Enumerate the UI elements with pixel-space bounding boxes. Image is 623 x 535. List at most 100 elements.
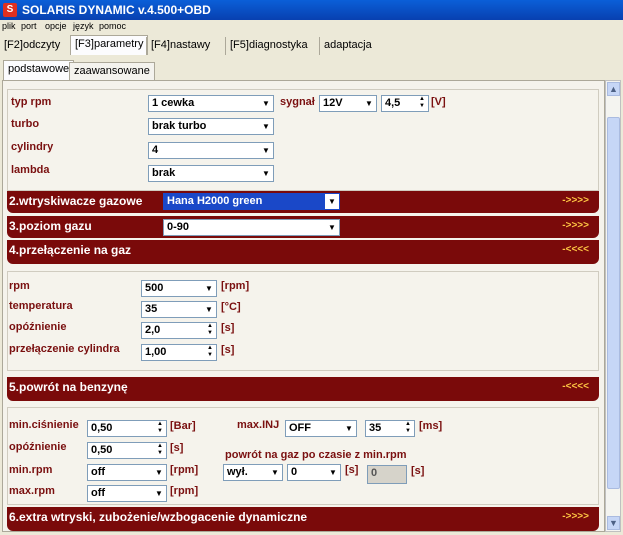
chevron-down-icon: ▼ xyxy=(342,421,356,436)
gas-level-select[interactable]: 0-90 ▼ xyxy=(163,219,340,236)
window-title: SOLARIS DYNAMIC v.4.500+OBD xyxy=(22,3,211,17)
chevron-down-icon: ▼ xyxy=(202,302,216,317)
spin-arrows-icon[interactable]: ▲ ▼ xyxy=(204,345,216,360)
section-bar-switch-to-gas[interactable]: 4.przełączenie na gaz -<<<< xyxy=(7,240,599,264)
min-rpm-value: off xyxy=(91,466,106,478)
chevron-down-icon: ▼ xyxy=(259,119,273,134)
lambda-label: lambda xyxy=(11,164,50,176)
tab-zaawansowane[interactable]: zaawansowane xyxy=(69,62,155,80)
menu-pomoc[interactable]: pomoc xyxy=(99,21,126,31)
tab-adaptacja[interactable]: adaptacja xyxy=(319,37,376,55)
max-inj-value: OFF xyxy=(289,422,311,434)
min-pressure-label: min.ciśnienie xyxy=(9,419,79,431)
parameters-panel: typ rpm 1 cewka ▼ sygnał 12V ▼ 4,5 ▲ ▼ [V] t… xyxy=(2,80,605,532)
chevron-down-icon: ▼ xyxy=(152,486,166,501)
typ-rpm-select[interactable]: 1 cewka ▼ xyxy=(148,95,274,112)
tab-nastawy[interactable]: [F4]nastawy xyxy=(146,37,214,55)
menu-opcje[interactable]: opcje xyxy=(45,21,67,31)
max-inj-unit: [ms] xyxy=(419,420,443,432)
section-title: 3.poziom gazu xyxy=(9,219,92,233)
section-title: 6.extra wtryski, zubożenie/wzbogacenie d… xyxy=(9,510,308,524)
sygnal-unit: [V] xyxy=(431,96,446,108)
expand-arrow-icon[interactable]: ->>>> xyxy=(562,195,589,206)
vertical-scrollbar[interactable]: ▲ ▼ xyxy=(605,80,621,532)
sygnal-label: sygnał xyxy=(280,96,315,108)
collapse-arrow-icon[interactable]: -<<<< xyxy=(562,381,589,392)
back-to-gas-time: 0 xyxy=(291,466,298,478)
expand-arrow-icon[interactable]: ->>>> xyxy=(562,511,589,522)
min-rpm-unit: [rpm] xyxy=(170,464,199,476)
lambda-select[interactable]: brak ▼ xyxy=(148,165,274,182)
turbo-value: brak turbo xyxy=(152,120,207,132)
chevron-down-icon: ▼ xyxy=(152,465,166,480)
back-to-gas-time-select[interactable]: 0 ▼ xyxy=(287,464,341,481)
temperature-label: temperatura xyxy=(9,300,73,312)
menu-bar: plik port opcje język pomoc xyxy=(0,20,623,34)
sygnal-num: 4,5 xyxy=(385,97,401,109)
section-bar-return-petrol[interactable]: 5.powrót na benzynę -<<<< xyxy=(7,377,599,401)
tab-diagnostyka[interactable]: [F5]diagnostyka xyxy=(225,37,312,55)
tab-odczyty[interactable]: [F2]odczyty xyxy=(0,37,64,55)
chevron-down-icon: ▼ xyxy=(202,281,216,296)
max-inj-num: 35 xyxy=(369,422,382,434)
scroll-down-icon[interactable]: ▼ xyxy=(607,516,620,530)
temperature-select[interactable]: 35 ▼ xyxy=(141,301,217,318)
chevron-down-icon: ▼ xyxy=(326,465,340,480)
collapse-arrow-icon[interactable]: -<<<< xyxy=(562,244,589,255)
spin-arrows-icon[interactable]: ▲ ▼ xyxy=(204,323,216,338)
temperature-value: 35 xyxy=(145,303,158,315)
max-rpm-unit: [rpm] xyxy=(170,485,199,497)
sygnal-select[interactable]: 12V ▼ xyxy=(319,95,377,112)
spin-arrows-icon[interactable]: ▲ ▼ xyxy=(154,421,166,436)
min-rpm-select[interactable]: off ▼ xyxy=(87,464,167,481)
lambda-value: brak xyxy=(152,167,176,179)
tab-parametry[interactable]: [F3]parametry xyxy=(70,35,149,55)
menu-plik[interactable]: plik xyxy=(2,21,16,31)
max-rpm-select[interactable]: off ▼ xyxy=(87,485,167,502)
sygnal-spin[interactable]: 4,5 ▲ ▼ xyxy=(381,95,429,112)
max-rpm-label: max.rpm xyxy=(9,485,55,497)
menu-port[interactable]: port xyxy=(21,21,37,31)
scroll-thumb[interactable] xyxy=(607,117,620,489)
section-title: 2.wtryskiwacze gazowe xyxy=(9,194,143,208)
temperature-unit: [°C] xyxy=(221,301,241,313)
chevron-down-icon: ▼ xyxy=(259,96,273,111)
rpm-label: rpm xyxy=(9,280,30,292)
title-bar: S SOLARIS DYNAMIC v.4.500+OBD xyxy=(0,0,623,20)
section-bar-extra-injections[interactable]: 6.extra wtryski, zubożenie/wzbogacenie d… xyxy=(7,507,599,531)
rpm-select[interactable]: 500 ▼ xyxy=(141,280,217,297)
tab-podstawowe[interactable]: podstawowe xyxy=(3,60,75,80)
turbo-select[interactable]: brak turbo ▼ xyxy=(148,118,274,135)
max-rpm-value: off xyxy=(91,487,106,499)
return-delay-label: opóźnienie xyxy=(9,441,67,453)
max-inj-select[interactable]: OFF ▼ xyxy=(285,420,357,437)
back-to-gas-value: wył. xyxy=(227,466,248,478)
cylinder-switch-value: 1,00 xyxy=(145,346,167,358)
cylindry-label: cylindry xyxy=(11,141,54,153)
min-pressure-unit: [Bar] xyxy=(170,420,196,432)
chevron-down-icon: ▼ xyxy=(259,166,273,181)
delay-spin[interactable]: 2,0 ▲ ▼ xyxy=(141,322,217,339)
expand-arrow-icon[interactable]: ->>>> xyxy=(562,220,589,231)
rpm-unit: [rpm] xyxy=(221,280,250,292)
return-delay-unit: [s] xyxy=(170,442,184,454)
scroll-up-icon[interactable]: ▲ xyxy=(607,82,620,96)
spin-arrows-icon[interactable]: ▲ ▼ xyxy=(416,96,428,111)
chevron-down-icon: ▼ xyxy=(268,465,282,480)
section-title: 5.powrót na benzynę xyxy=(9,380,128,394)
delay-label: opóźnienie xyxy=(9,321,67,333)
injectors-select[interactable]: Hana H2000 green ▼ xyxy=(163,193,340,210)
min-pressure-spin[interactable]: 0,50 ▲ ▼ xyxy=(87,420,167,437)
cylinder-switch-unit: [s] xyxy=(221,344,235,356)
spin-arrows-icon[interactable]: ▲ ▼ xyxy=(154,443,166,458)
cylinder-switch-spin[interactable]: 1,00 ▲ ▼ xyxy=(141,344,217,361)
max-inj-spin[interactable]: 35 ▲ ▼ xyxy=(365,420,415,437)
cylindry-select[interactable]: 4 ▼ xyxy=(148,142,274,159)
back-to-gas-select[interactable]: wył. ▼ xyxy=(223,464,283,481)
back-to-gas-readout-unit: [s] xyxy=(411,465,425,477)
section-title: 4.przełączenie na gaz xyxy=(9,243,132,257)
app-icon: S xyxy=(3,3,17,17)
return-delay-spin[interactable]: 0,50 ▲ ▼ xyxy=(87,442,167,459)
spin-arrows-icon[interactable]: ▲ ▼ xyxy=(402,421,414,436)
menu-jezyk[interactable]: język xyxy=(73,21,94,31)
